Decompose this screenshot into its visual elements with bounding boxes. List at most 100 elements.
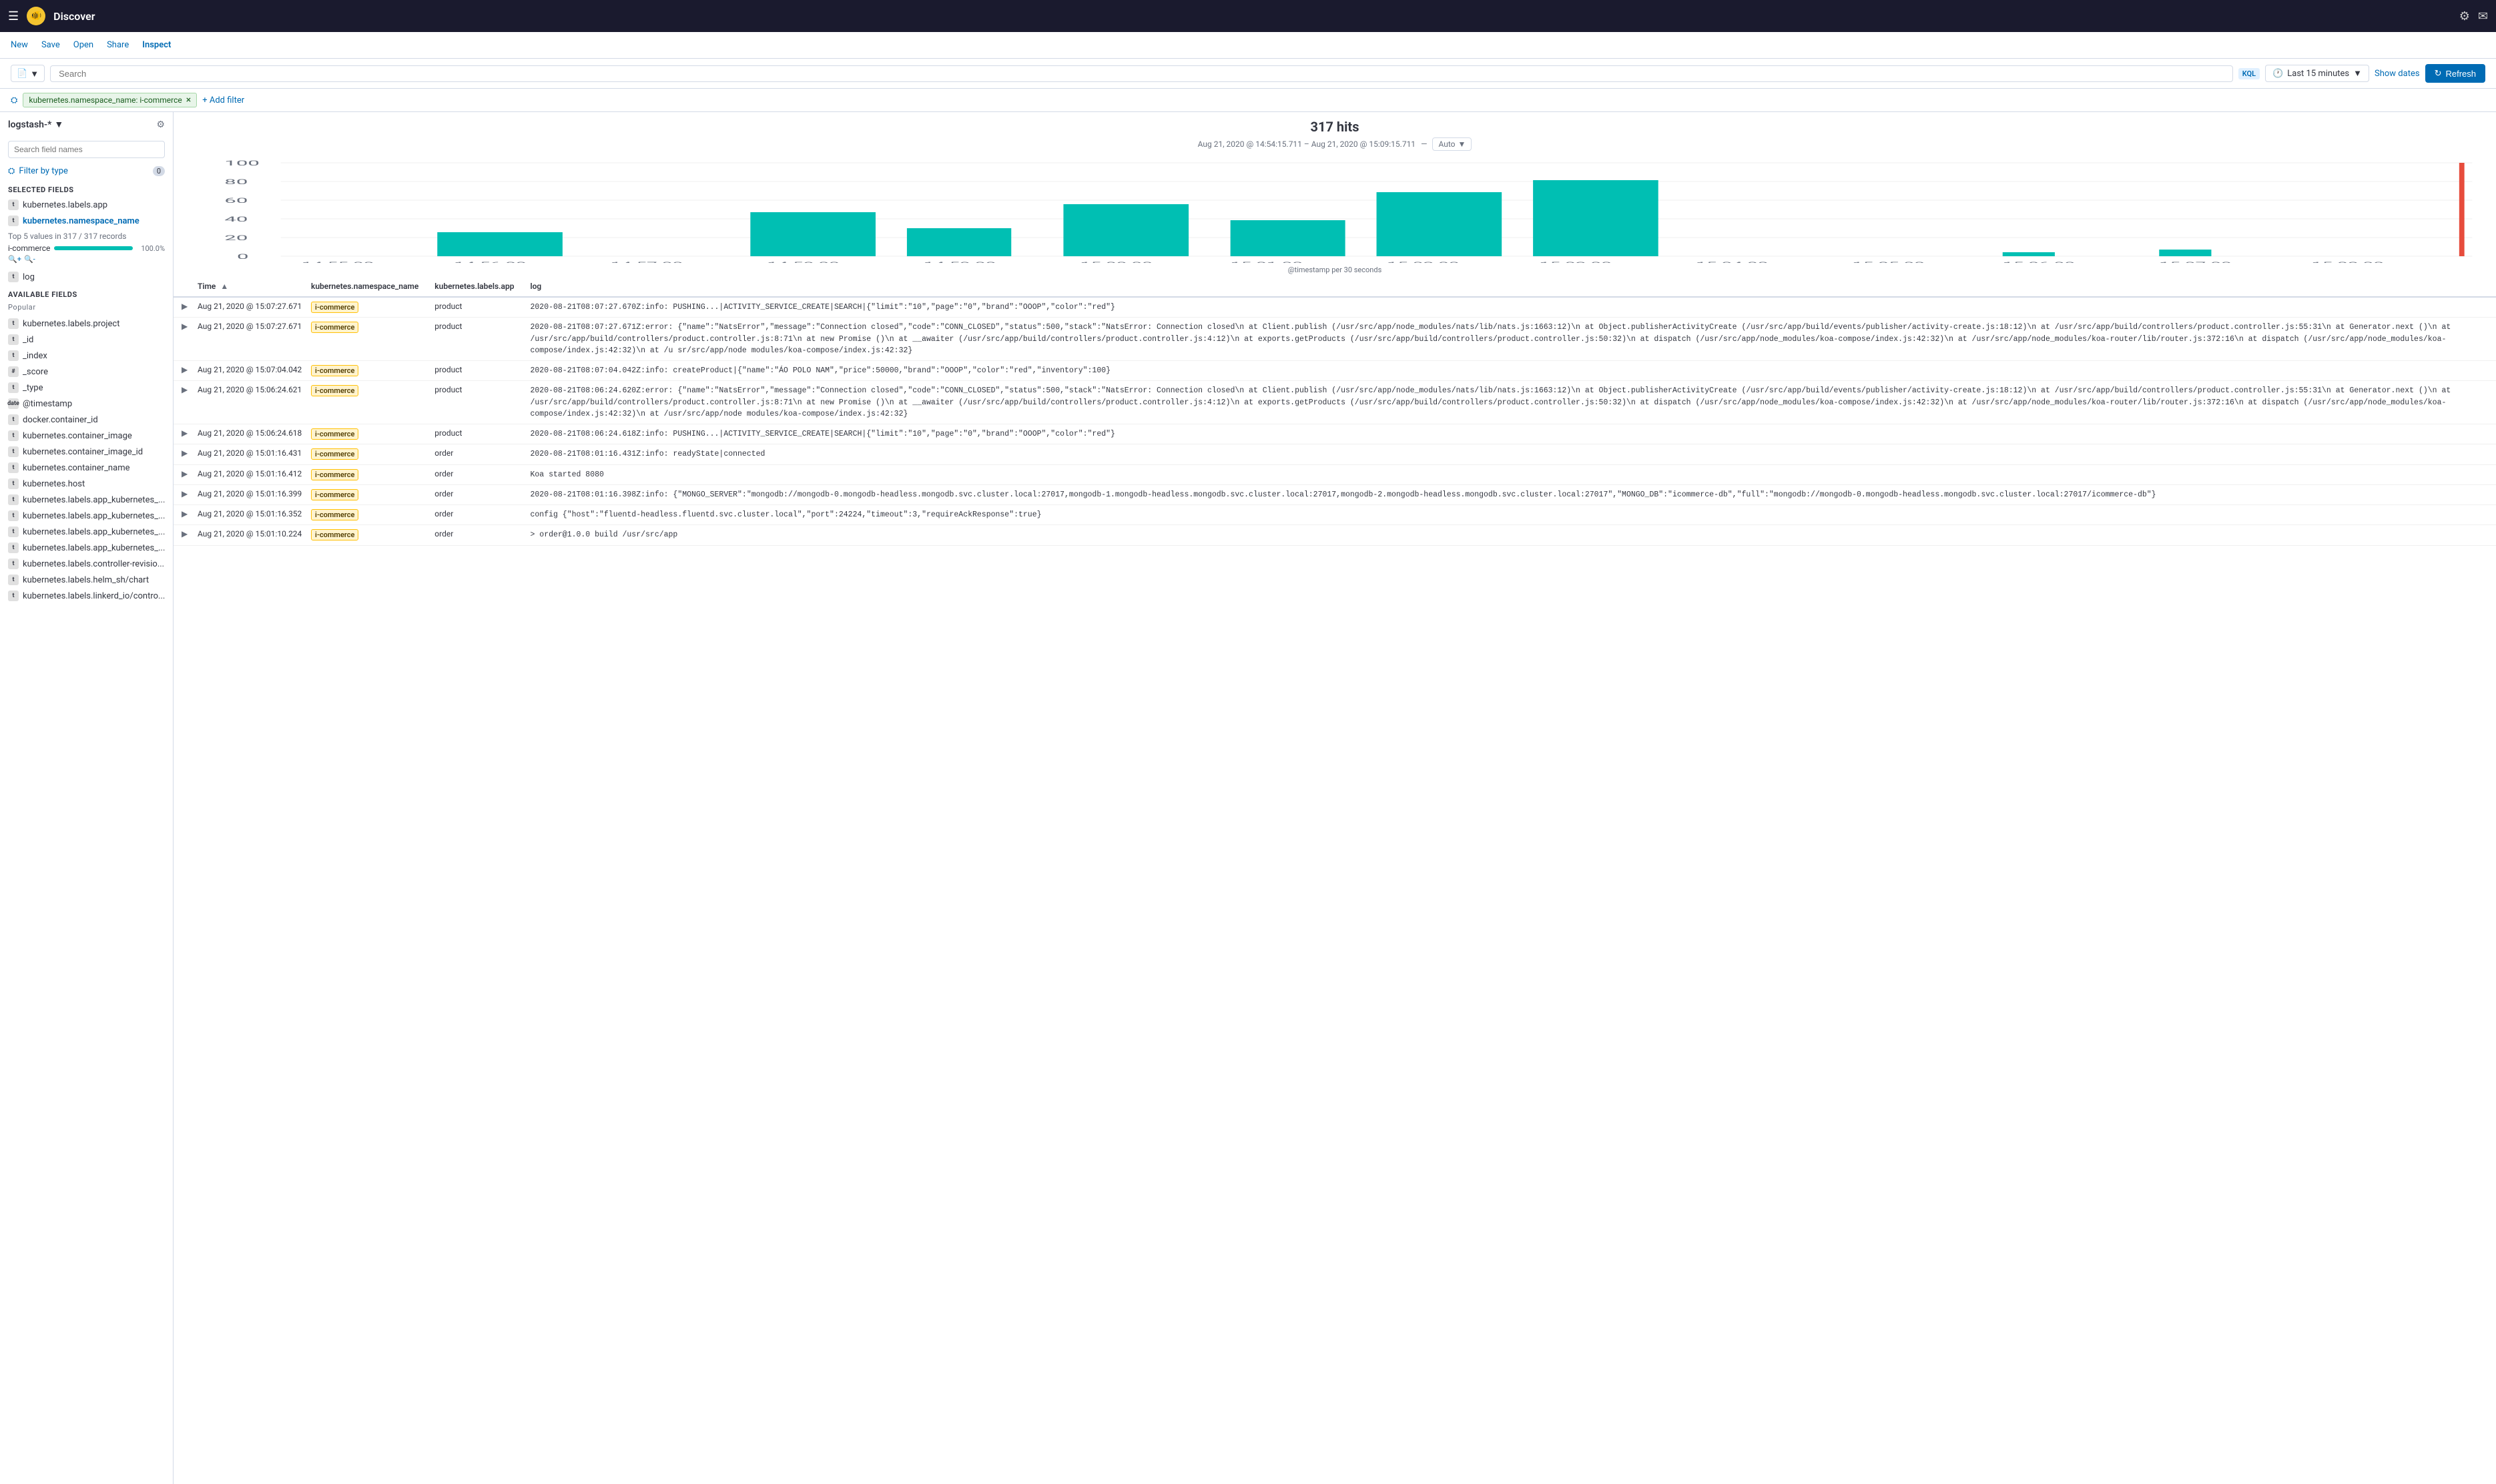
col-labels-header[interactable]: kubernetes.labels.app — [426, 276, 522, 297]
search-type-button[interactable]: 📄 ▼ — [11, 65, 45, 82]
secondary-nav: New Save Open Share Inspect — [0, 32, 2496, 59]
available-field-item[interactable]: tkubernetes.labels.app_kubernetes_... — [0, 492, 173, 508]
available-field-item[interactable]: tkubernetes.labels.app_kubernetes_... — [0, 524, 173, 540]
mail-icon[interactable]: ✉ — [2478, 9, 2488, 23]
add-filter-button[interactable]: + Add filter — [202, 95, 244, 105]
labels-app-value: order — [434, 529, 453, 538]
log-field-item[interactable]: t log — [0, 269, 173, 285]
expand-row-button[interactable]: ▶ — [182, 322, 188, 331]
expand-row-button[interactable]: ▶ — [182, 448, 188, 458]
refresh-button[interactable]: ↻ Refresh — [2425, 64, 2485, 83]
field-name: kubernetes.labels.project — [23, 319, 120, 329]
field-type-icon: t — [8, 350, 19, 361]
available-field-item[interactable]: t kubernetes.labels.controller-revisio... — [0, 556, 173, 572]
nav-share[interactable]: Share — [107, 40, 129, 50]
field-type-icon: t — [8, 414, 19, 425]
expand-row-button[interactable]: ▶ — [182, 509, 188, 518]
expand-row-button[interactable]: ▶ — [182, 489, 188, 498]
col-log-header[interactable]: log — [522, 276, 2496, 297]
time-picker[interactable]: 🕐 Last 15 minutes ▼ — [2265, 65, 2369, 82]
available-field-item[interactable]: tkubernetes.container_image — [0, 428, 173, 444]
available-field-item[interactable]: tkubernetes.labels.linkerd_io/contro... — [0, 588, 173, 604]
nav-save[interactable]: Save — [41, 40, 60, 50]
available-field-item[interactable]: tkubernetes.container_name — [0, 460, 173, 476]
settings-icon[interactable]: ⚙ — [2459, 9, 2470, 23]
sidebar-gear-icon[interactable]: ⚙ — [156, 119, 165, 130]
available-field-item[interactable]: date@timestamp — [0, 396, 173, 412]
table-row: ▶ Aug 21, 2020 @ 15:07:27.671 i-commerce… — [174, 318, 2496, 361]
bar-7 — [1231, 220, 1345, 256]
filter-icon: ⛭ — [11, 95, 17, 105]
top5-zoom-in-icon[interactable]: 🔍+ — [8, 255, 21, 264]
row-time: Aug 21, 2020 @ 15:01:16.431 — [198, 448, 302, 458]
table-row: ▶ Aug 21, 2020 @ 15:01:10.224 i-commerce… — [174, 525, 2496, 545]
filter-tag[interactable]: kubernetes.namespace_name: i-commerce × — [23, 93, 197, 107]
expand-row-button[interactable]: ▶ — [182, 365, 188, 374]
auto-select[interactable]: Auto ▼ — [1432, 137, 1472, 151]
available-field-item[interactable]: t_index — [0, 348, 173, 364]
expand-row-button[interactable]: ▶ — [182, 302, 188, 311]
nav-new[interactable]: New — [11, 40, 28, 50]
namespace-tag: i-commerce — [311, 529, 358, 540]
chevron-down-icon: ▼ — [30, 69, 39, 79]
svg-text:15:03:00: 15:03:00 — [1539, 261, 1611, 263]
selected-field-namespace[interactable]: t kubernetes.namespace_name — [0, 213, 173, 229]
expand-row-button[interactable]: ▶ — [182, 385, 188, 394]
available-field-item[interactable]: tkubernetes.labels.project — [0, 316, 173, 332]
top5-zoom-out-icon[interactable]: 🔍- — [24, 255, 35, 264]
expand-row-button[interactable]: ▶ — [182, 428, 188, 438]
search-fields-wrap — [0, 137, 173, 162]
row-time: Aug 21, 2020 @ 15:01:16.399 — [198, 489, 302, 498]
row-time: Aug 21, 2020 @ 15:07:27.671 — [198, 302, 302, 311]
available-field-item[interactable]: tdocker.container_id — [0, 412, 173, 428]
show-dates-button[interactable]: Show dates — [2375, 69, 2420, 79]
filter-remove-icon[interactable]: × — [186, 95, 191, 105]
table-body: ▶ Aug 21, 2020 @ 15:07:27.671 i-commerce… — [174, 297, 2496, 545]
available-field-item[interactable]: tkubernetes.labels.helm_sh/chart — [0, 572, 173, 588]
field-name: kubernetes.container_image — [23, 431, 132, 441]
top5-title: Top 5 values in 317 / 317 records — [8, 232, 165, 241]
chevron-down-icon: ▼ — [54, 119, 63, 130]
available-field-item[interactable]: tkubernetes.labels.app_kubernetes_... — [0, 508, 173, 524]
labels-app-value: product — [434, 385, 462, 394]
filter-by-type-button[interactable]: ⛭ Filter by type 0 — [0, 162, 173, 180]
available-field-item[interactable]: t_id — [0, 332, 173, 348]
bar-2 — [437, 232, 563, 256]
hamburger-icon[interactable]: ☰ — [8, 9, 19, 23]
kql-badge[interactable]: KQL — [2238, 68, 2260, 79]
log-text: 2020-08-21T08:07:27.671Z:error: {"name":… — [530, 323, 2451, 355]
field-type-icon: t — [8, 559, 19, 569]
top5-value-label: i-commerce — [8, 244, 50, 253]
index-pattern[interactable]: logstash-* ▼ — [8, 119, 63, 130]
clock-icon: 🕐 — [2272, 69, 2283, 79]
field-name: kubernetes.labels.helm_sh/chart — [23, 575, 149, 585]
namespace-tag: i-commerce — [311, 302, 358, 313]
field-name: kubernetes.labels.controller-revisio... — [23, 559, 164, 569]
available-field-item[interactable]: t_type — [0, 380, 173, 396]
expand-row-button[interactable]: ▶ — [182, 469, 188, 478]
col-namespace-header[interactable]: kubernetes.namespace_name — [303, 276, 426, 297]
available-field-item[interactable]: tkubernetes.labels.app_kubernetes_... — [0, 540, 173, 556]
row-time: Aug 21, 2020 @ 15:01:10.224 — [198, 529, 302, 538]
table-row: ▶ Aug 21, 2020 @ 15:06:24.621 i-commerce… — [174, 381, 2496, 424]
labels-app-value: order — [434, 469, 453, 478]
available-field-item[interactable]: #_score — [0, 364, 173, 380]
col-time-header[interactable]: Time ▲ — [190, 276, 303, 297]
refresh-label: Refresh — [2445, 69, 2476, 79]
nav-inspect[interactable]: Inspect — [142, 40, 171, 50]
search-input[interactable] — [59, 69, 2224, 79]
row-time: Aug 21, 2020 @ 15:07:04.042 — [198, 365, 302, 374]
nav-open[interactable]: Open — [73, 40, 93, 50]
expand-row-button[interactable]: ▶ — [182, 529, 188, 538]
namespace-tag: i-commerce — [311, 448, 358, 460]
available-field-item[interactable]: tkubernetes.container_image_id — [0, 444, 173, 460]
field-name: kubernetes.labels.app_kubernetes_... — [23, 495, 165, 505]
selected-field-labels-app[interactable]: t kubernetes.labels.app — [0, 197, 173, 213]
search-fields-input[interactable] — [8, 141, 165, 158]
labels-app-value: order — [434, 448, 453, 458]
search-bar: 📄 ▼ KQL 🕐 Last 15 minutes ▼ Show dates ↻… — [0, 59, 2496, 89]
labels-app-value: order — [434, 489, 453, 498]
field-name: kubernetes.labels.app_kubernetes_... — [23, 543, 165, 553]
hits-count: 317 hits — [187, 119, 2483, 135]
available-field-item[interactable]: tkubernetes.host — [0, 476, 173, 492]
